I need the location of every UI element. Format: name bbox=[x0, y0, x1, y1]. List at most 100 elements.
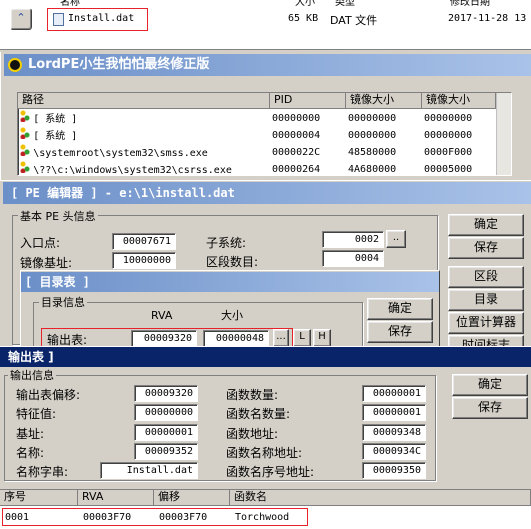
export-table-window: 输出表 ] 输出信息 输出表偏移: 00009320 特征值: 00000000… bbox=[0, 346, 531, 529]
base-label: 基址: bbox=[16, 427, 45, 441]
function-ordinal: 0001 bbox=[5, 512, 30, 523]
pe-editor-titlebar[interactable]: [ PE 编辑器 ] - e:\1\install.dat bbox=[3, 182, 531, 204]
name-field[interactable]: 00009352 bbox=[134, 443, 198, 460]
process-img1: 00000000 bbox=[348, 113, 397, 124]
address-of-ordinals-label: 函数名序号地址: bbox=[226, 465, 315, 479]
export-table-titlebar[interactable]: 输出表 ] bbox=[0, 347, 531, 367]
characteristics-field[interactable]: 00000000 bbox=[134, 404, 198, 421]
process-row[interactable]: \systemroot\system32\smss.exe 0000022C 4… bbox=[20, 144, 496, 162]
col-offset[interactable]: 偏移 bbox=[154, 490, 230, 506]
export-function-row[interactable]: 0001 00003F70 00003F70 Torchwood bbox=[2, 508, 308, 526]
pe-ok-button[interactable]: 确定 bbox=[448, 214, 524, 236]
process-pid: 00000000 bbox=[272, 113, 321, 124]
col-date[interactable]: 修改日期 bbox=[450, 0, 490, 8]
process-path: \systemroot\system32\smss.exe bbox=[33, 148, 208, 159]
col-size[interactable]: 大小 bbox=[295, 0, 315, 8]
list-scrollbar[interactable] bbox=[496, 93, 511, 175]
process-row[interactable]: \??\c:\windows\system32\csrss.exe 000002… bbox=[20, 161, 496, 175]
directory-titlebar[interactable]: [ 目录表 ] bbox=[21, 272, 439, 292]
col-image-size-2[interactable]: 镜像大小 bbox=[422, 93, 496, 109]
file-icon bbox=[53, 13, 64, 26]
lordpe-titlebar[interactable]: LordPE小生我怕怕最终修正版 bbox=[4, 54, 531, 76]
characteristics-label: 特征值: bbox=[16, 407, 57, 421]
pe-flc-button[interactable]: 位置计算器 bbox=[448, 312, 524, 334]
entry-point-label: 入口点: bbox=[20, 236, 61, 250]
pe-directories-button[interactable]: 目录 bbox=[448, 289, 524, 311]
process-list[interactable]: 路径 PID 镜像大小 镜像大小 [ 系统 ] 00000000 0000000… bbox=[17, 92, 512, 176]
directory-window: [ 目录表 ] 目录信息 RVA 大小 输出表: 00009320 000000… bbox=[20, 270, 440, 350]
function-offset: 00003F70 bbox=[159, 512, 208, 523]
address-of-functions-label: 函数地址: bbox=[226, 427, 279, 441]
process-img2: 00000000 bbox=[424, 113, 473, 124]
export-offset-label: 输出表偏移: bbox=[16, 388, 81, 402]
sections-field[interactable]: 0004 bbox=[322, 250, 384, 267]
file-item-install-dat[interactable]: Install.dat bbox=[47, 8, 148, 31]
base-field[interactable]: 00000001 bbox=[134, 424, 198, 441]
process-pid: 00000264 bbox=[272, 164, 321, 175]
export-ok-button[interactable]: 确定 bbox=[452, 374, 528, 396]
subsystem-field[interactable]: 0002 bbox=[322, 231, 384, 248]
process-icon bbox=[20, 127, 30, 139]
process-img2: 00005000 bbox=[424, 164, 473, 175]
process-icon bbox=[20, 161, 30, 173]
image-base-label: 镜像基址: bbox=[20, 256, 73, 270]
lordpe-window: LordPE小生我怕怕最终修正版 路径 PID 镜像大小 镜像大小 [ 系统 ]… bbox=[0, 52, 531, 182]
col-ordinal[interactable]: 序号 bbox=[0, 490, 78, 506]
file-size: 65 KB bbox=[288, 13, 319, 24]
lordpe-app-icon bbox=[8, 58, 22, 72]
process-path: [ 系统 ] bbox=[33, 131, 78, 142]
sections-label: 区段数目: bbox=[206, 255, 259, 269]
chevron-up-icon: ⌃ bbox=[16, 11, 26, 24]
pe-sections-button[interactable]: 区段 bbox=[448, 266, 524, 288]
rva-header: RVA bbox=[151, 309, 173, 322]
export-more-button[interactable]: ... bbox=[273, 329, 289, 347]
directory-group-label: 目录信息 bbox=[39, 294, 87, 310]
col-name[interactable]: 名称 bbox=[60, 0, 80, 8]
collapse-button[interactable]: ⌃ bbox=[10, 8, 32, 30]
directory-ok-button[interactable]: 确定 bbox=[367, 298, 433, 320]
size-header: 大小 bbox=[221, 309, 243, 322]
export-l-button[interactable]: L bbox=[293, 329, 311, 347]
process-row[interactable]: [ 系统 ] 00000000 00000000 00000000 bbox=[20, 110, 496, 128]
name-string-field[interactable]: Install.dat bbox=[100, 462, 198, 479]
process-icon bbox=[20, 110, 30, 122]
process-img2: 00000000 bbox=[424, 130, 473, 141]
col-rva[interactable]: RVA bbox=[78, 490, 154, 506]
function-rva: 00003F70 bbox=[83, 512, 132, 523]
directory-save-button[interactable]: 保存 bbox=[367, 321, 433, 343]
col-path[interactable]: 路径 bbox=[18, 93, 270, 109]
num-names-label: 函数名数量: bbox=[226, 407, 291, 421]
explorer-column-header: 名称 大小 类型 修改日期 bbox=[50, 0, 531, 8]
num-names-field[interactable]: 00000001 bbox=[362, 404, 426, 421]
subsystem-more-button[interactable]: .. bbox=[386, 230, 406, 248]
export-save-button[interactable]: 保存 bbox=[452, 397, 528, 419]
process-path: [ 系统 ] bbox=[33, 114, 78, 125]
file-date: 2017-11-28 13 bbox=[448, 13, 527, 24]
export-size-field[interactable]: 00000048 bbox=[203, 330, 269, 347]
num-functions-field[interactable]: 00000001 bbox=[362, 385, 426, 402]
process-pid: 0000022C bbox=[272, 147, 321, 158]
subsystem-label: 子系统: bbox=[206, 236, 247, 250]
image-base-field[interactable]: 10000000 bbox=[112, 252, 176, 269]
address-of-functions-field[interactable]: 00009348 bbox=[362, 424, 426, 441]
process-img1: 4A680000 bbox=[348, 164, 397, 175]
address-of-names-field[interactable]: 0000934C bbox=[362, 443, 426, 460]
col-image-size[interactable]: 镜像大小 bbox=[346, 93, 422, 109]
export-functions-list[interactable]: 序号 RVA 偏移 函数名 0001 00003F70 00003F70 Tor… bbox=[0, 489, 531, 529]
process-icon bbox=[20, 144, 30, 156]
process-img1: 00000000 bbox=[348, 130, 397, 141]
export-h-button[interactable]: H bbox=[313, 329, 331, 347]
file-name: Install.dat bbox=[68, 13, 135, 24]
pe-save-button[interactable]: 保存 bbox=[448, 237, 524, 259]
col-function-name[interactable]: 函数名 bbox=[230, 490, 531, 506]
explorer-window: ⌃ 名称 大小 类型 修改日期 Install.dat 65 KB DAT 文件… bbox=[0, 0, 531, 50]
process-img1: 48580000 bbox=[348, 147, 397, 158]
process-row[interactable]: [ 系统 ] 00000004 00000000 00000000 bbox=[20, 127, 496, 145]
col-pid[interactable]: PID bbox=[270, 93, 346, 109]
col-type[interactable]: 类型 bbox=[335, 0, 355, 8]
entry-point-field[interactable]: 00007671 bbox=[112, 233, 176, 250]
address-of-ordinals-field[interactable]: 00009350 bbox=[362, 462, 426, 479]
process-pid: 00000004 bbox=[272, 130, 321, 141]
export-rva-field[interactable]: 00009320 bbox=[131, 330, 197, 347]
export-offset-field[interactable]: 00009320 bbox=[134, 385, 198, 402]
